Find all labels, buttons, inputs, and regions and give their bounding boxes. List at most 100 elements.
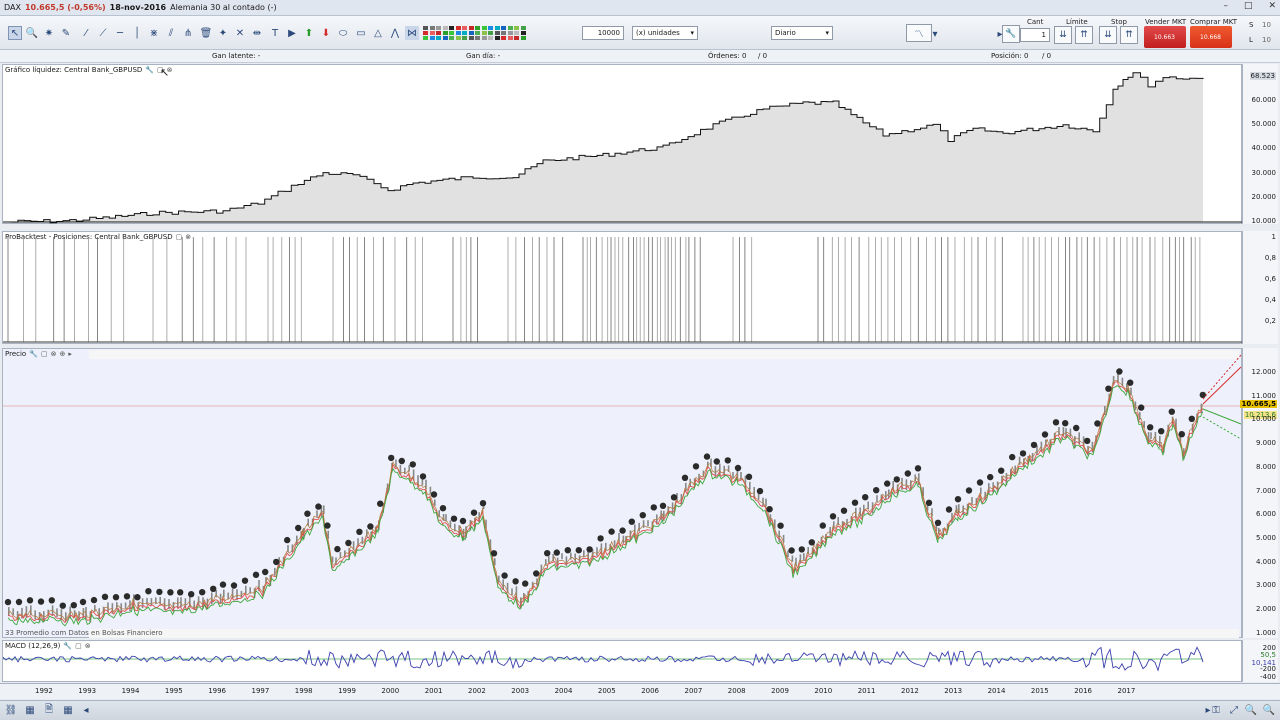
color-swatch[interactable] [488,31,493,35]
magnet-icon[interactable]: ✦ [216,26,230,40]
color-swatch[interactable] [475,31,480,35]
zoom-icon[interactable]: 🔍 [25,26,39,40]
price-panel[interactable]: Precio 🔧 ▢ ⊗ ⊕ ▸ 33 Promedio com Datos e… [2,348,1243,638]
color-swatch[interactable] [514,36,519,40]
color-swatch[interactable] [488,36,493,40]
close-panel-icon[interactable]: ⊗ [51,350,57,358]
fibonacci-icon[interactable]: ⋇ [147,26,161,40]
color-swatch[interactable] [475,26,480,30]
color-swatch[interactable] [507,26,513,30]
wrench-icon[interactable]: 🔧 [29,350,38,358]
color-swatch[interactable] [481,31,487,35]
color-swatch[interactable] [501,26,506,30]
color-swatch[interactable] [436,36,441,40]
zoom-in-icon[interactable]: 🔍 [1263,704,1275,716]
color-swatch[interactable] [429,36,435,40]
color-swatch[interactable] [520,31,526,35]
buy-limit-icon[interactable]: ⇊ [1054,26,1072,44]
color-swatch[interactable] [423,31,428,35]
close-icon[interactable]: ✕ [1268,1,1276,11]
color-swatch[interactable] [429,26,435,30]
color-swatch[interactable] [449,31,454,35]
arrow-right-icon[interactable]: ▸ [68,350,72,358]
triangle-icon[interactable]: △ [371,26,385,40]
window-icon[interactable]: ▢ [41,350,48,358]
horizontal-line-icon[interactable]: ─ [113,26,127,40]
cursor-icon[interactable]: ↖ [8,26,22,40]
color-swatch[interactable] [462,26,467,30]
color-swatch[interactable] [488,26,493,30]
settings-icon[interactable]: 🔧 [1002,25,1020,43]
ray-icon[interactable]: ⟋ [96,26,110,40]
positions-panel[interactable]: ProBacktest - Posiciones: Central Bank_G… [2,231,1243,344]
line-chart-icon[interactable]: ⋀ [388,26,402,40]
link-icon[interactable]: ⛓ [5,704,18,716]
minimize-icon[interactable]: – [1223,1,1228,11]
arrow-up-icon[interactable]: ⬆ [302,26,316,40]
channel-icon[interactable]: ⫽ [164,26,178,40]
color-swatch[interactable] [455,31,461,35]
color-swatch[interactable] [442,36,448,40]
template-icon[interactable]: ▦ [24,704,36,716]
color-swatch[interactable] [507,31,513,35]
vertical-line-icon[interactable]: │ [130,26,144,40]
text-icon[interactable]: T [268,26,282,40]
arrow-right-icon[interactable]: ▶ [285,26,299,40]
crosshair-icon[interactable]: ✷ [42,26,56,40]
color-swatch[interactable] [481,36,487,40]
scroll-left-icon[interactable]: ◂ [80,704,92,716]
maximize-icon[interactable]: □ [1244,1,1253,11]
color-swatch[interactable] [423,26,428,30]
expand-icon[interactable]: ⤢ [1228,704,1240,716]
color-swatch[interactable] [462,36,467,40]
save-icon[interactable]: 🗎 [43,704,55,716]
units-select[interactable]: (x) unidades ▾ [632,26,698,40]
cross-icon[interactable]: ✕ [233,26,247,40]
color-swatch[interactable] [507,36,513,40]
color-swatch[interactable] [436,26,441,30]
color-swatch[interactable] [442,26,448,30]
trash-icon[interactable]: 🗑 [199,26,213,40]
color-swatch[interactable] [462,31,467,35]
color-swatch[interactable] [520,26,526,30]
color-swatch[interactable] [514,26,519,30]
ellipse-icon[interactable]: ⬭ [336,26,350,40]
color-swatch[interactable] [468,26,474,30]
color-swatch[interactable] [429,31,435,35]
timeframe-select[interactable]: Diario ▾ [771,26,833,40]
quantity-input[interactable]: 10000 [582,26,624,40]
color-swatch[interactable] [455,26,461,30]
color-swatch[interactable] [501,31,506,35]
macd-panel[interactable]: MACD (12,26,9) 🔧 ▢ ⊗ [2,640,1242,682]
color-swatch[interactable] [494,26,500,30]
chevron-down-icon[interactable]: ▾ [931,27,939,41]
color-swatch[interactable] [501,36,506,40]
color-swatch[interactable] [514,31,519,35]
cant-input[interactable]: 1 [1020,28,1050,42]
ruler-icon[interactable]: ✎ [59,26,73,40]
color-swatch[interactable] [520,36,526,40]
color-swatch[interactable] [449,26,454,30]
color-swatch[interactable] [475,36,480,40]
color-swatch[interactable] [455,36,461,40]
color-swatch[interactable] [494,31,500,35]
measure-icon[interactable]: ⇹ [250,26,264,40]
buy-stop-icon[interactable]: ⇊ [1099,26,1117,44]
color-swatch[interactable] [494,36,500,40]
color-swatch[interactable] [423,36,428,40]
rectangle-icon[interactable]: ▭ [354,26,368,40]
color-swatch[interactable] [468,36,474,40]
arrow-down-icon[interactable]: ⬇ [319,26,333,40]
equity-panel[interactable]: Gráfico líquidez: Central Bank_GBPUSD 🔧 … [2,64,1243,224]
chart-type-icon[interactable]: 〽 [906,24,932,42]
color-swatch[interactable] [442,31,448,35]
zoom-out-icon[interactable]: 🔍 [1245,704,1257,716]
add-indicator-icon[interactable]: ⊕ [59,350,65,358]
color-swatch[interactable] [468,31,474,35]
pitchfork-icon[interactable]: ⋔ [181,26,195,40]
grid-icon[interactable]: ▦ [62,704,74,716]
sell-stop-icon[interactable]: ⇈ [1120,26,1138,44]
sell-market-button[interactable]: 10.663 63 [1144,26,1186,48]
color-swatch[interactable] [436,31,441,35]
lock-icon[interactable]: ⚿ [1210,704,1222,716]
